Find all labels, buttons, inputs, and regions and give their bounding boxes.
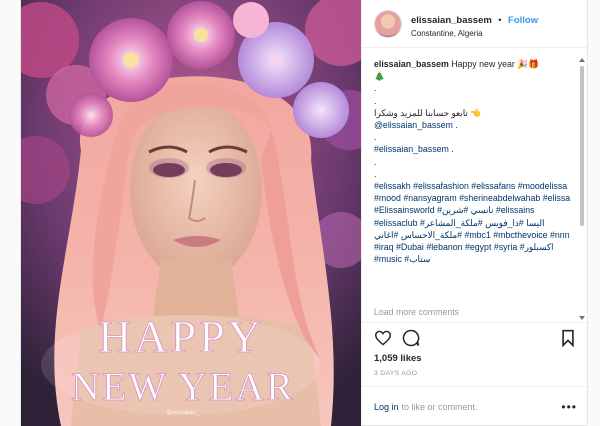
- load-more-comments[interactable]: Load more comments: [374, 307, 459, 317]
- caption-emoji-line: 🎄: [374, 71, 385, 82]
- login-row: Log in to like or comment. •••: [362, 386, 589, 426]
- more-options-icon[interactable]: •••: [561, 400, 577, 414]
- scrollbar-thumb[interactable]: [580, 66, 584, 226]
- scroll-down-arrow-icon[interactable]: [579, 316, 585, 320]
- caption-mention[interactable]: @elissaian_bassem .: [374, 119, 575, 131]
- post-card: HAPPY NEW YEAR @elissaian_ elissaian_bas…: [20, 0, 589, 426]
- login-link[interactable]: Log in: [374, 402, 399, 412]
- post-photo[interactable]: HAPPY NEW YEAR @elissaian_: [21, 0, 361, 426]
- caption-dot: .: [374, 156, 377, 167]
- caption-author[interactable]: elissaian_bassem: [374, 59, 449, 69]
- comment-icon[interactable]: [400, 327, 422, 349]
- caption-text: Happy new year 🎉🎁: [451, 59, 540, 69]
- scrollbar[interactable]: [579, 58, 585, 320]
- likes-count[interactable]: 1,059 likes: [374, 353, 422, 364]
- login-text: to like or comment.: [401, 401, 478, 412]
- separator-dot: •: [498, 14, 502, 26]
- caption-dot: .: [374, 95, 377, 106]
- caption-dot: .: [374, 132, 377, 143]
- caption-hashtags[interactable]: #elissakh #elissafashion #elissafans #mo…: [374, 180, 575, 265]
- follow-button[interactable]: Follow: [508, 15, 538, 26]
- post-header: elissaian_bassem • Follow Constantine, A…: [362, 0, 589, 48]
- heart-icon[interactable]: [372, 327, 394, 349]
- watermark: @elissaian_: [167, 410, 200, 416]
- username-link[interactable]: elissaian_bassem: [411, 15, 492, 26]
- scroll-up-arrow-icon[interactable]: [579, 58, 585, 62]
- author-block: elissaian_bassem • Follow Constantine, A…: [411, 9, 538, 39]
- caption-dot: .: [374, 83, 377, 94]
- bookmark-icon[interactable]: [557, 327, 579, 349]
- post-image: HAPPY NEW YEAR @elissaian_: [21, 0, 361, 426]
- headline-line2: NEW YEAR: [71, 364, 295, 409]
- caption-arabic-line: 👈 تابعو حسابنا للمزيد وشكرا: [374, 107, 482, 118]
- action-bar: [362, 322, 589, 352]
- location-link[interactable]: Constantine, Algeria: [411, 29, 538, 39]
- post-sidebar: elissaian_bassem • Follow Constantine, A…: [361, 0, 589, 426]
- avatar[interactable]: [374, 9, 402, 38]
- headline-line1: HAPPY: [98, 311, 264, 362]
- caption-hashtag-self[interactable]: #elissaian_bassem .: [374, 143, 575, 155]
- caption-area: elissaian_bassem Happy new year 🎉🎁 🎄 . .…: [374, 58, 575, 316]
- caption-dot: .: [374, 168, 377, 179]
- post-timestamp[interactable]: 3 DAYS AGO: [374, 370, 417, 377]
